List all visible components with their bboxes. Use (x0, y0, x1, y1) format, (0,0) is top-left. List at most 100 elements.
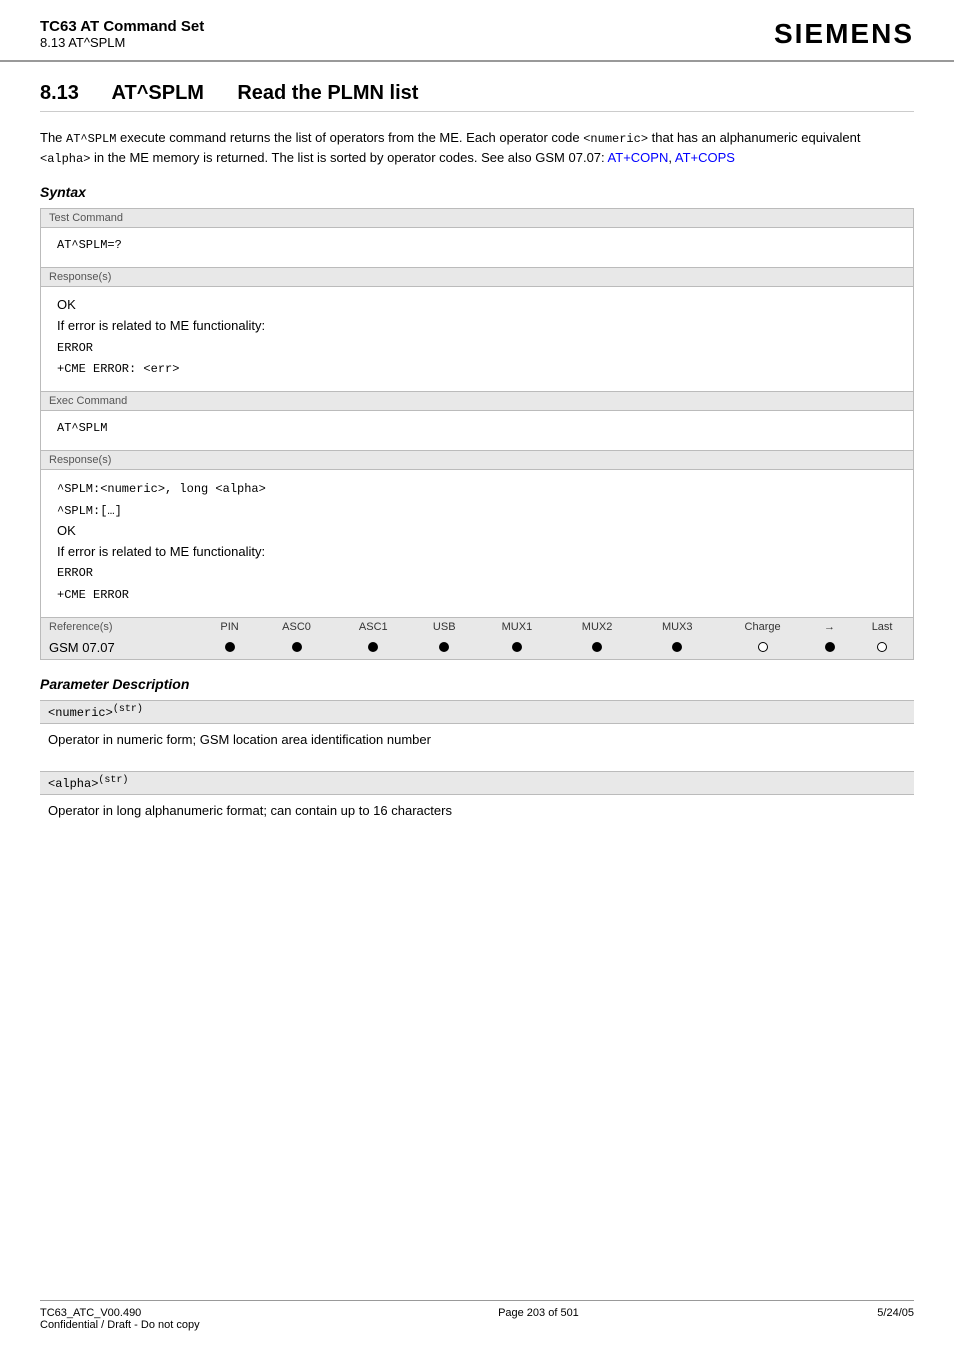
param-numeric-label: <numeric>(str) (40, 700, 914, 724)
test-command-content: AT^SPLM=? (41, 228, 914, 268)
dot-pin-icon (225, 642, 235, 652)
ref-col-mux2: MUX2 (557, 618, 637, 636)
intro-cmd-numeric: <numeric> (583, 132, 648, 146)
param-numeric-desc: Operator in numeric form; GSM location a… (40, 724, 914, 756)
exec-resp-line3: OK (57, 523, 76, 538)
ref-dot-arrow (808, 636, 851, 659)
ref-col-mux1: MUX1 (477, 618, 557, 636)
param-alpha-code: <alpha> (48, 777, 98, 791)
exec-command-label-row: Exec Command (41, 392, 914, 411)
page-footer: TC63_ATC_V00.490 Confidential / Draft - … (40, 1300, 914, 1331)
exec-resp-line6: +CME ERROR (57, 588, 129, 602)
intro-text3: that has an alphanumeric equivalent (648, 130, 860, 145)
ref-dot-pin (201, 636, 258, 659)
test-resp-error: ERROR (57, 341, 93, 355)
footer-left: TC63_ATC_V00.490 Confidential / Draft - … (40, 1307, 200, 1331)
test-resp-cme: +CME ERROR: <err> (57, 362, 179, 376)
test-response-label: Response(s) (41, 268, 914, 287)
ref-dot-mux3 (637, 636, 717, 659)
footer-date: 5/24/05 (877, 1307, 914, 1331)
test-cmd-text: AT^SPLM=? (49, 232, 905, 263)
ref-labels-row: Reference(s) PIN ASC0 ASC1 USB MUX1 MUX2… (41, 618, 913, 636)
footer-doc-id: TC63_ATC_V00.490 (40, 1307, 200, 1319)
test-command-label-row: Test Command (41, 209, 914, 228)
test-command-label: Test Command (41, 209, 914, 228)
ref-col-asc1: ASC1 (335, 618, 412, 636)
intro-link1[interactable]: AT+COPN (608, 150, 669, 165)
test-response-block: OK If error is related to ME functionali… (49, 291, 905, 387)
intro-cmd-main: AT^SPLM (66, 132, 116, 146)
intro-cmd-alpha: <alpha> (40, 152, 90, 166)
ref-dot-asc0 (258, 636, 335, 659)
exec-command-content: AT^SPLM (41, 411, 914, 451)
ref-label-cell: Reference(s) (41, 618, 201, 636)
exec-cmd-text: AT^SPLM (49, 415, 905, 446)
test-response-content-row: OK If error is related to ME functionali… (41, 287, 914, 392)
section-subtitle: Read the PLMN list (237, 82, 418, 104)
ref-col-usb: USB (412, 618, 477, 636)
header-subtitle: 8.13 AT^SPLM (40, 35, 204, 50)
ref-dot-last (851, 636, 913, 659)
syntax-table: Test Command AT^SPLM=? Response(s) OK If… (40, 208, 914, 660)
ref-dot-charge (717, 636, 808, 659)
test-resp-line2: If error is related to ME functionality: (57, 318, 265, 333)
dot-mux1-icon (512, 642, 522, 652)
test-response-label-row: Response(s) (41, 268, 914, 287)
exec-response-block: ^SPLM:<numeric>, long <alpha> ^SPLM:[…] … (49, 474, 905, 612)
page-header: TC63 AT Command Set 8.13 AT^SPLM SIEMENS (0, 0, 954, 62)
param-alpha-desc: Operator in long alphanumeric format; ca… (40, 795, 914, 827)
dot-mux2-icon (592, 642, 602, 652)
ref-col-asc0: ASC0 (258, 618, 335, 636)
test-response-content: OK If error is related to ME functionali… (41, 287, 914, 392)
dot-charge-icon (758, 642, 768, 652)
ref-dot-mux2 (557, 636, 637, 659)
exec-resp-line1: ^SPLM:<numeric>, long <alpha> (57, 482, 266, 496)
param-block-alpha: <alpha>(str) Operator in long alphanumer… (40, 771, 914, 827)
section-title: AT^SPLM (112, 82, 204, 104)
param-numeric-sup: (str) (113, 704, 143, 715)
param-description-heading: Parameter Description (40, 676, 914, 692)
dot-arrow-icon (825, 642, 835, 652)
intro-paragraph: The AT^SPLM execute command returns the … (40, 128, 914, 168)
param-numeric-code: <numeric> (48, 706, 113, 720)
ref-dot-asc1 (335, 636, 412, 659)
ref-col-arrow: → (808, 618, 851, 636)
intro-text4: in the ME memory is returned. The list i… (90, 150, 607, 165)
ref-dot-usb (412, 636, 477, 659)
dot-last-icon (877, 642, 887, 652)
ref-inner-table: Reference(s) PIN ASC0 ASC1 USB MUX1 MUX2… (41, 618, 913, 659)
ref-col-pin: PIN (201, 618, 258, 636)
test-command-content-row: AT^SPLM=? (41, 228, 914, 268)
header-logo: SIEMENS (774, 18, 914, 50)
intro-text1: The (40, 130, 66, 145)
ref-col-mux3: MUX3 (637, 618, 717, 636)
ref-row-combined: Reference(s) PIN ASC0 ASC1 USB MUX1 MUX2… (41, 617, 914, 659)
header-title: TC63 AT Command Set (40, 18, 204, 35)
dot-asc1-icon (368, 642, 378, 652)
exec-command-content-row: AT^SPLM (41, 411, 914, 451)
header-left: TC63 AT Command Set 8.13 AT^SPLM (40, 18, 204, 50)
ref-header-row: Reference(s) PIN ASC0 ASC1 USB MUX1 MUX2… (41, 617, 914, 659)
ref-col-charge: Charge (717, 618, 808, 636)
dot-usb-icon (439, 642, 449, 652)
footer-center: Page 203 of 501 (498, 1307, 579, 1331)
intro-text2: execute command returns the list of oper… (116, 130, 583, 145)
exec-response-label: Response(s) (41, 451, 914, 470)
dot-mux3-icon (672, 642, 682, 652)
param-alpha-label: <alpha>(str) (40, 771, 914, 795)
exec-resp-line4: If error is related to ME functionality: (57, 544, 265, 559)
ref-data-row: GSM 07.07 (41, 636, 913, 659)
main-content: 8.13 AT^SPLM Read the PLMN list The AT^S… (0, 62, 954, 883)
footer-confidential: Confidential / Draft - Do not copy (40, 1319, 200, 1331)
param-alpha-sup: (str) (98, 775, 128, 786)
exec-resp-line5: ERROR (57, 566, 93, 580)
syntax-heading: Syntax (40, 184, 914, 200)
intro-link2[interactable]: AT+COPS (675, 150, 735, 165)
ref-dot-mux1 (477, 636, 557, 659)
section-heading: 8.13 AT^SPLM Read the PLMN list (40, 82, 914, 112)
ref-value-cell: GSM 07.07 (41, 636, 201, 659)
exec-response-label-row: Response(s) (41, 451, 914, 470)
exec-resp-line2: ^SPLM:[…] (57, 504, 122, 518)
ref-col-last: Last (851, 618, 913, 636)
section-number: 8.13 (40, 82, 79, 104)
